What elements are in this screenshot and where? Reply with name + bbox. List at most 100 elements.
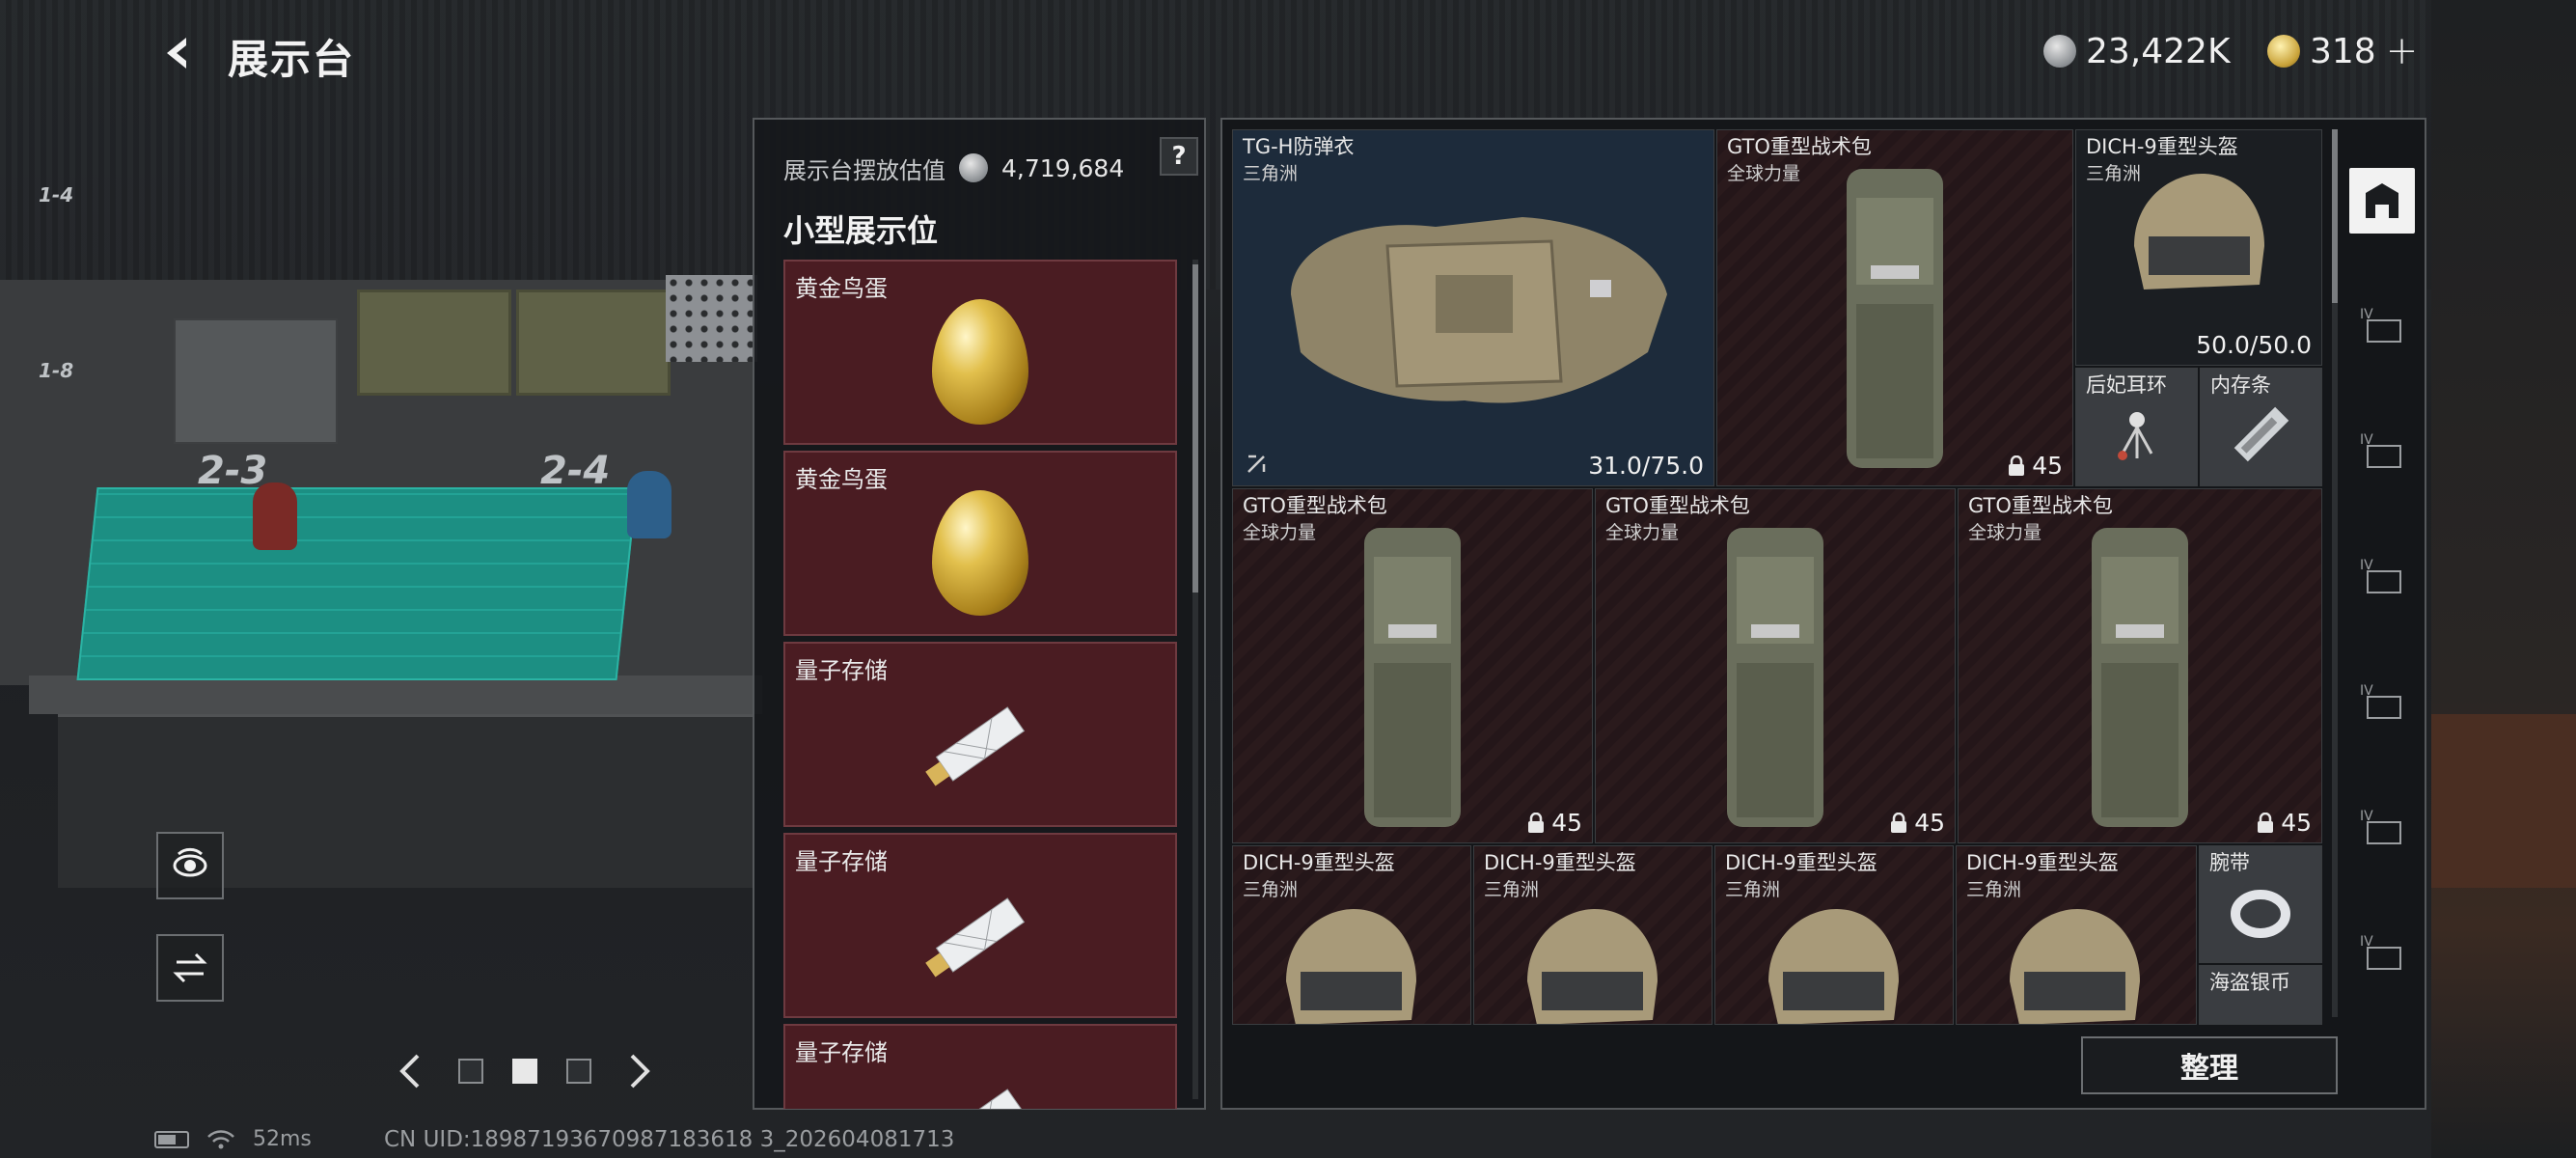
page-dot[interactable] <box>458 1059 483 1084</box>
wristband-icon <box>2231 890 2290 938</box>
crate <box>357 290 511 396</box>
armor-tier-iv-icon: IV <box>2360 307 2401 343</box>
inventory-item[interactable]: GTO重型战术包 全球力量 45 <box>1595 488 1956 843</box>
armor-tier-iv-icon: IV <box>2360 809 2401 844</box>
inventory-item[interactable]: DICH-9重型头盔 三角洲 <box>1473 845 1713 1025</box>
view-toggle-button[interactable] <box>156 832 224 899</box>
item-name: GTO重型战术包 <box>1605 494 1750 517</box>
page-dot-active[interactable] <box>512 1059 537 1084</box>
inventory-item[interactable]: GTO重型战术包 全球力量 45 <box>1716 129 2073 486</box>
inventory-item[interactable]: DICH-9重型头盔 三角洲 <box>1714 845 1954 1025</box>
inventory-grid[interactable]: TG-H防弹衣 三角洲 31.0/75.0 GTO重型战术包 全球力量 45 D… <box>1232 129 2322 1025</box>
inventory-item[interactable]: DICH-9重型头盔 三角洲 <box>1956 845 2197 1025</box>
inventory-scroll-thumb[interactable] <box>2332 129 2338 303</box>
body-armor-icon <box>1291 217 1667 403</box>
display-slot[interactable]: 量子存储 <box>783 1024 1177 1109</box>
sort-button[interactable]: 整理 <box>2081 1036 2338 1094</box>
item-capacity-value: 45 <box>2032 452 2063 480</box>
battery-icon <box>154 1130 189 1148</box>
item-durability: 31.0/75.0 <box>1588 452 1704 480</box>
quantum-storage-icon <box>935 1089 1026 1109</box>
wifi-icon <box>207 1129 234 1148</box>
mat-label: 2-3 <box>198 449 268 493</box>
switch-button[interactable] <box>156 934 224 1002</box>
swap-arrows-icon <box>173 952 207 983</box>
help-button[interactable]: ? <box>1160 137 1198 176</box>
inventory-item[interactable]: 腕带 <box>2199 845 2322 963</box>
item-name: 后妃耳环 <box>2086 373 2167 397</box>
item-capacity: 45 <box>1889 809 1945 837</box>
helmet-icon <box>1768 909 1899 1024</box>
item-sub: 全球力量 <box>1968 522 2042 543</box>
silver-coin-icon <box>959 153 988 182</box>
armor-tier-iv-icon: IV <box>2360 683 2401 719</box>
category-button[interactable]: IV <box>2349 293 2415 359</box>
helmet-icon <box>1527 909 1658 1024</box>
item-name: DICH-9重型头盔 <box>1484 851 1636 874</box>
figurine[interactable] <box>253 482 297 550</box>
item-sub: 全球力量 <box>1243 522 1317 543</box>
back-arrow-icon <box>167 38 186 69</box>
gold-coin-icon <box>2267 35 2300 68</box>
item-name: 腕带 <box>2209 851 2250 874</box>
backpack-icon <box>1727 528 1823 827</box>
category-button[interactable]: IV <box>2349 544 2415 610</box>
item-durability: 50.0/50.0 <box>2196 331 2312 359</box>
golden-egg-icon <box>932 299 1028 425</box>
crate <box>516 290 671 396</box>
prev-page-button[interactable] <box>391 1050 429 1092</box>
pegboard <box>666 275 757 362</box>
page-dot[interactable] <box>566 1059 591 1084</box>
back-button[interactable] <box>154 29 203 77</box>
chevron-left-icon <box>399 1054 420 1089</box>
armor-tier-iv-icon: IV <box>2360 934 2401 970</box>
inventory-item[interactable]: 海盗银币 <box>2199 965 2322 1025</box>
display-slot[interactable]: 黄金鸟蛋 <box>783 451 1177 636</box>
currency-silver-value: 23,422K <box>2086 31 2231 71</box>
user-uid: CN UID:18987193670987183618 3_2026040817… <box>384 1127 955 1152</box>
item-name: 海盗银币 <box>2209 971 2290 994</box>
category-all-button[interactable] <box>2349 168 2415 234</box>
display-slot[interactable]: 量子存储 <box>783 833 1177 1018</box>
inventory-item[interactable]: DICH-9重型头盔 三角洲 50.0/50.0 <box>2075 129 2322 366</box>
page-title: 展示台 <box>228 36 356 83</box>
inventory-item[interactable]: TG-H防弹衣 三角洲 31.0/75.0 <box>1232 129 1714 486</box>
earring-icon <box>2117 411 2152 460</box>
display-slot[interactable]: 黄金鸟蛋 <box>783 260 1177 445</box>
item-sub: 三角洲 <box>1243 879 1299 900</box>
capacity-icon <box>1891 812 1907 833</box>
section-title: 小型展示位 <box>783 212 939 249</box>
next-page-button[interactable] <box>620 1050 659 1092</box>
slot-list[interactable]: 黄金鸟蛋 黄金鸟蛋 量子存储 量子存储 量子存储 <box>783 260 1183 1109</box>
item-name: GTO重型战术包 <box>1727 135 1872 158</box>
category-button[interactable]: IV <box>2349 921 2415 986</box>
chevron-right-icon <box>630 1054 650 1089</box>
category-button[interactable]: IV <box>2349 670 2415 735</box>
backpack-icon <box>1364 528 1461 827</box>
armor-tier-iv-icon: IV <box>2360 432 2401 468</box>
inventory-item[interactable]: DICH-9重型头盔 三角洲 <box>1232 845 1471 1025</box>
item-capacity-value: 45 <box>1914 809 1945 837</box>
display-mat[interactable] <box>76 487 638 680</box>
add-currency-button[interactable]: + <box>2386 29 2419 73</box>
shelf-label: 1-8 <box>39 359 74 382</box>
display-slot[interactable]: 量子存储 <box>783 642 1177 827</box>
inventory-item[interactable]: 后妃耳环 <box>2075 368 2198 486</box>
currency-silver[interactable]: 23,422K <box>2043 29 2231 73</box>
item-capacity: 45 <box>2007 452 2063 480</box>
inventory-item[interactable]: GTO重型战术包 全球力量 45 <box>1958 488 2322 843</box>
item-name: GTO重型战术包 <box>1968 494 2113 517</box>
figurine[interactable] <box>627 471 671 538</box>
memory-stick-icon <box>2233 406 2288 461</box>
category-button[interactable]: IV <box>2349 795 2415 861</box>
slot-list-scroll-thumb[interactable] <box>1192 264 1198 593</box>
helmet-icon <box>2010 909 2140 1024</box>
inventory-panel: TG-H防弹衣 三角洲 31.0/75.0 GTO重型战术包 全球力量 45 D… <box>1220 118 2426 1110</box>
item-sub: 三角洲 <box>1966 879 2022 900</box>
inventory-item[interactable]: GTO重型战术包 全球力量 45 <box>1232 488 1593 843</box>
currency-gold[interactable]: 318 + <box>2267 29 2418 73</box>
category-button[interactable]: IV <box>2349 419 2415 484</box>
backpack-icon <box>2092 528 2188 827</box>
status-bar: 52ms <box>154 1127 312 1151</box>
inventory-item[interactable]: 内存条 <box>2200 368 2322 486</box>
